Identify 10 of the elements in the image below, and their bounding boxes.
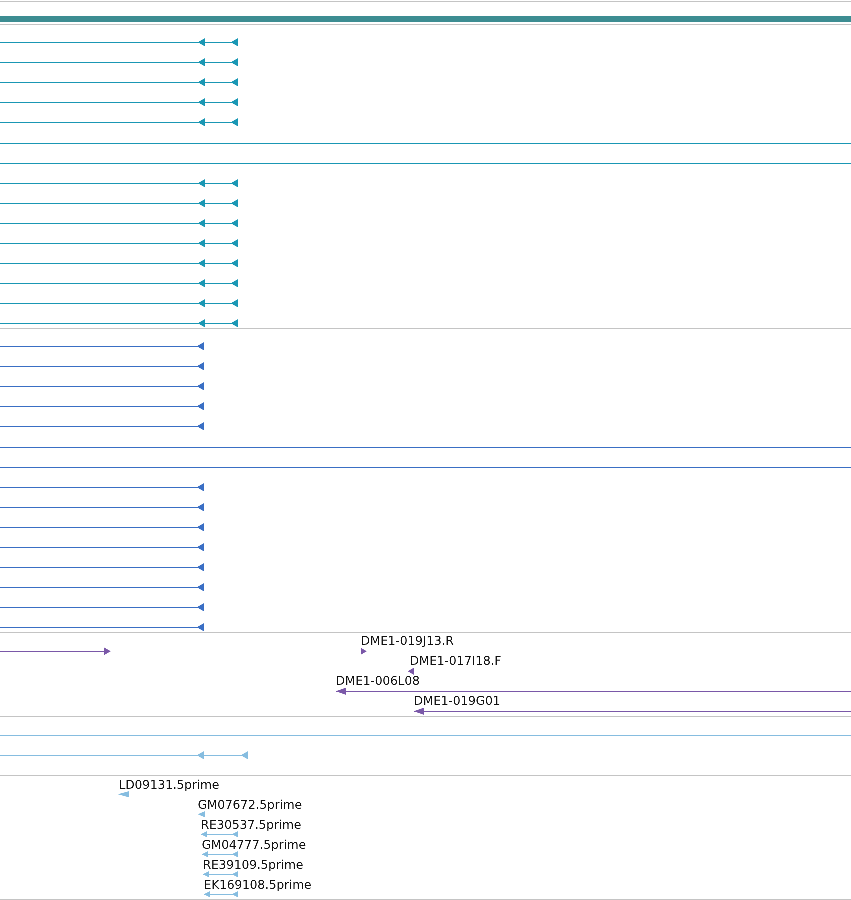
est-label: EK169108.5prime: [204, 878, 312, 892]
clone-label: DME1-006L08: [336, 674, 420, 688]
clone-label: DME1-019G01: [414, 694, 501, 708]
est-label: RE39109.5prime: [203, 858, 304, 872]
est-label: GM07672.5prime: [198, 798, 302, 812]
clone-label: DME1-017I18.F: [410, 654, 502, 668]
clone-label: DME1-019J13.R: [361, 634, 454, 648]
est-label: RE30537.5prime: [201, 818, 302, 832]
est-label: LD09131.5prime: [119, 778, 220, 792]
est-label: GM04777.5prime: [202, 838, 306, 852]
